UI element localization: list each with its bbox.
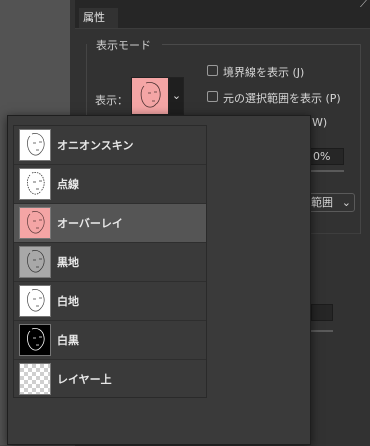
view-mode-item-black-white[interactable]: 白黒 xyxy=(14,321,206,360)
value-field[interactable] xyxy=(311,304,333,321)
view-mode-thumbnail-button[interactable] xyxy=(131,77,169,115)
view-mode-item-on-layers[interactable]: レイヤー上 xyxy=(14,360,206,399)
show-original-label: 元の選択範囲を表示 (P) xyxy=(223,92,341,105)
chevron-down-icon[interactable]: ⌄ xyxy=(169,77,184,115)
onion-skin-thumbnail-icon xyxy=(19,129,51,161)
display-label: 表示： xyxy=(95,94,128,107)
view-mode-item-overlay[interactable]: オーバーレイ xyxy=(14,204,206,243)
panel-menu-icon[interactable]: ⟋ xyxy=(360,0,368,11)
black-white-thumbnail-icon xyxy=(19,324,51,356)
range-select[interactable]: 範囲 ⌄ xyxy=(308,193,355,212)
on-black-thumbnail-icon xyxy=(19,246,51,278)
marching-ants-thumbnail-icon xyxy=(19,168,51,200)
view-mode-item-marching-ants[interactable]: 点線 xyxy=(14,165,206,204)
opacity-field[interactable]: 0% xyxy=(310,148,344,165)
view-mode-group-title: 表示モード xyxy=(96,39,151,52)
range-select-value: 範囲 xyxy=(311,196,333,209)
overlay-thumbnail-icon xyxy=(19,207,51,239)
show-edge-label: 境界線を表示 (J) xyxy=(223,66,305,79)
value-slider[interactable] xyxy=(311,330,333,332)
item-label: 黒地 xyxy=(57,256,79,269)
item-label: 白黒 xyxy=(57,334,79,347)
view-mode-item-on-black[interactable]: 黒地 xyxy=(14,243,206,282)
view-mode-list: オニオンスキン 点線 オーバーレイ 黒地 白地 白黒 レイヤー上 xyxy=(13,125,207,398)
panel-tab-bar xyxy=(75,0,370,28)
group-border-right xyxy=(360,44,361,234)
section-divider xyxy=(311,233,360,234)
chevron-down-icon: ⌄ xyxy=(341,196,351,209)
item-label: 白地 xyxy=(57,295,79,308)
view-mode-item-onion-skin[interactable]: オニオンスキン xyxy=(14,126,206,165)
face-sketch-icon xyxy=(140,82,161,108)
item-label: 点線 xyxy=(57,178,79,191)
show-original-checkbox[interactable] xyxy=(207,91,218,102)
group-divider xyxy=(162,44,360,45)
shortcut-text-partial: W) xyxy=(312,116,328,129)
tab-properties[interactable]: 属性 xyxy=(79,8,118,28)
on-layers-thumbnail-icon xyxy=(19,363,51,395)
item-label: レイヤー上 xyxy=(57,373,112,386)
on-white-thumbnail-icon xyxy=(19,285,51,317)
show-edge-checkbox[interactable] xyxy=(207,65,218,76)
opacity-slider[interactable] xyxy=(311,170,344,172)
item-label: オニオンスキン xyxy=(57,139,134,152)
view-mode-item-on-white[interactable]: 白地 xyxy=(14,282,206,321)
item-label: オーバーレイ xyxy=(57,217,123,230)
